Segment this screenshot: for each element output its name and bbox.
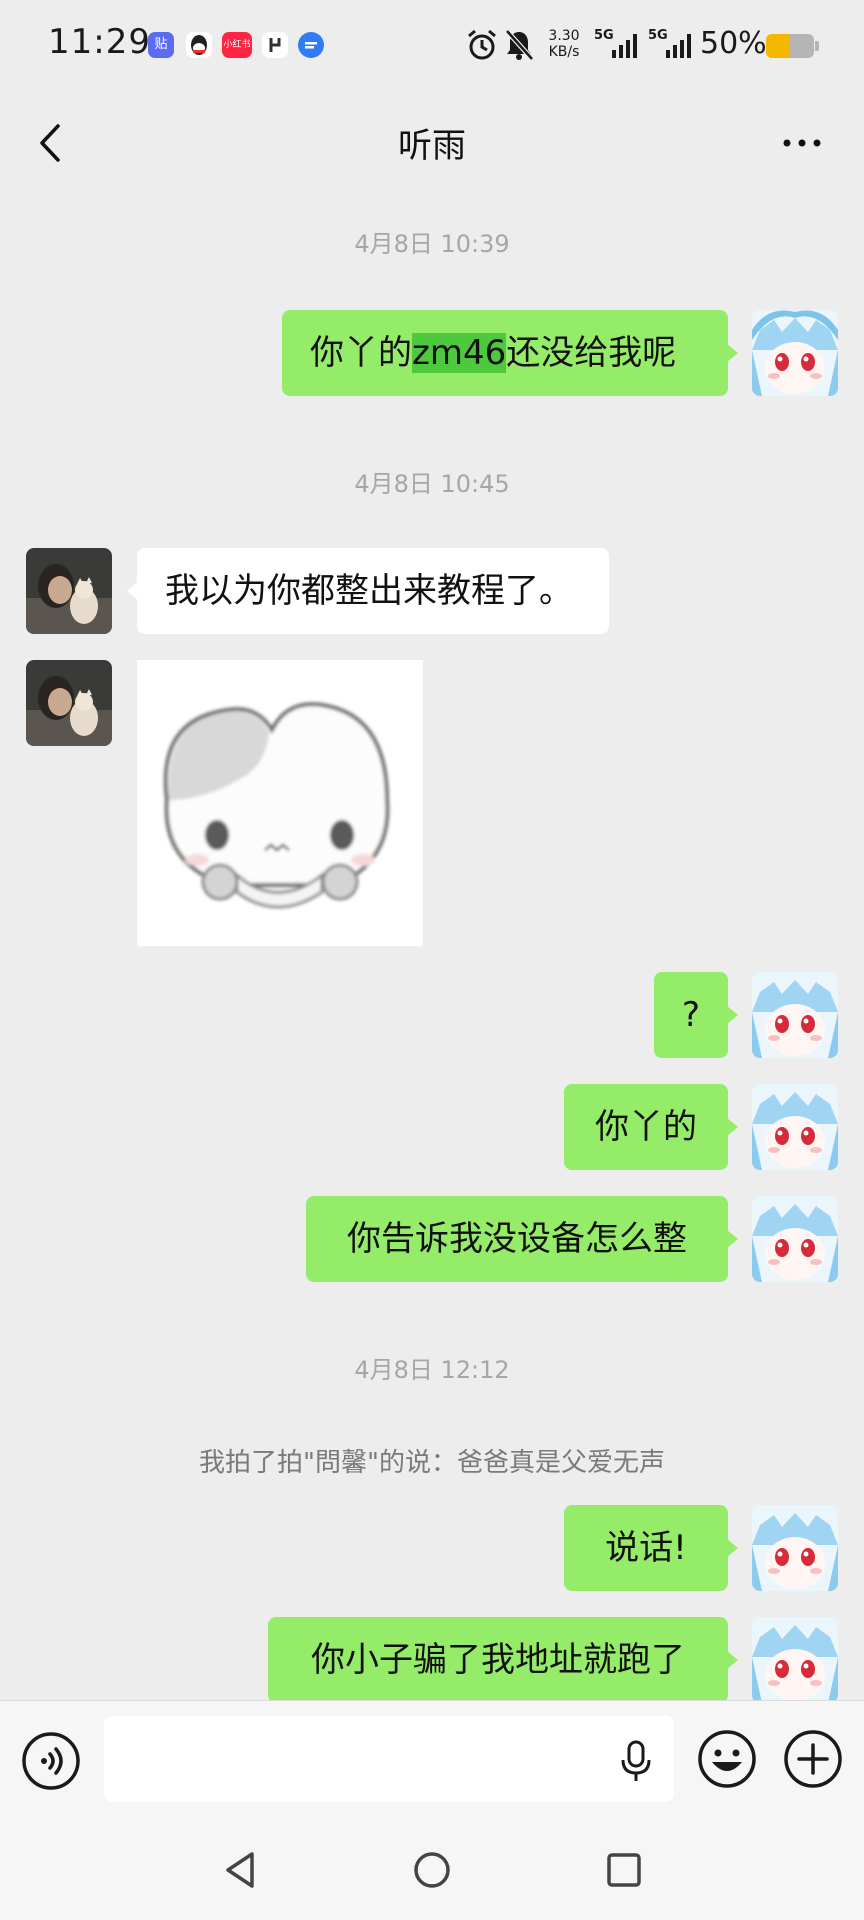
tieba-icon: 贴 (148, 32, 174, 58)
message-bubble-sent[interactable]: 说话! (564, 1505, 738, 1591)
nav-back-button[interactable] (220, 1850, 260, 1894)
nav-recents-button[interactable] (604, 1850, 644, 1894)
highlighted-text: zm46 (412, 333, 507, 373)
alarm-icon (466, 28, 498, 66)
contact-avatar[interactable] (26, 548, 112, 634)
more-button[interactable] (780, 125, 826, 159)
pat-notice: 我拍了拍"問馨"的说：爸爸真是父爱无声 (199, 1448, 665, 1478)
message-bubble-sent[interactable]: 你丫的zm46还没给我呢 (282, 310, 738, 396)
square-recents-icon (607, 1853, 641, 1887)
circle-home-icon (414, 1852, 450, 1888)
battery-icon (766, 34, 814, 58)
more-dots-icon (783, 139, 821, 147)
contact-avatar[interactable] (26, 660, 112, 746)
network-speed: 3.30 KB/s (548, 28, 580, 60)
my-avatar[interactable] (752, 1084, 838, 1170)
microphone-icon (621, 1740, 651, 1781)
douyin-icon (262, 32, 288, 58)
my-avatar[interactable] (752, 1196, 838, 1282)
voice-icon (22, 1732, 80, 1790)
message-bubble-sent[interactable]: 你告诉我没设备怎么整 (306, 1196, 738, 1282)
timestamp: 4月8日 12:12 (354, 1356, 510, 1384)
battery-tip (815, 41, 819, 51)
message-bubble-sent[interactable]: ? (654, 972, 738, 1058)
voice-toggle-button[interactable] (20, 1730, 82, 1796)
triangle-back-icon (226, 1852, 254, 1888)
status-time: 11:29 (48, 22, 151, 62)
sticker-bun-icon (163, 702, 390, 909)
emoji-button[interactable] (696, 1728, 758, 1794)
smiley-icon (698, 1730, 756, 1788)
plus-circle-icon (784, 1730, 842, 1788)
my-avatar[interactable] (752, 972, 838, 1058)
message-bubble-received[interactable]: 我以为你都整出来教程了。 (127, 548, 609, 634)
my-avatar[interactable] (752, 1617, 838, 1703)
my-avatar[interactable] (752, 1505, 838, 1591)
more-functions-button[interactable] (782, 1728, 844, 1794)
sticker-image[interactable] (137, 660, 423, 946)
message-bubble-sent[interactable]: 你丫的 (564, 1084, 738, 1170)
battery-fill (766, 34, 790, 58)
message-bubble-sent[interactable]: 你小子骗了我地址就跑了 (268, 1617, 738, 1703)
message-icon (298, 32, 324, 58)
message-input[interactable] (104, 1716, 674, 1802)
mute-icon (504, 28, 534, 66)
qq-icon (186, 32, 212, 58)
mic-button[interactable] (616, 1738, 656, 1788)
battery-percent: 50% (700, 26, 767, 61)
timestamp: 4月8日 10:39 (354, 230, 510, 258)
my-avatar[interactable] (752, 310, 838, 396)
timestamp: 4月8日 10:45 (354, 470, 510, 498)
status-bar: 11:29 贴 小红书 3.30 KB/s 5G 5G 50% (0, 0, 864, 92)
nav-home-button[interactable] (412, 1850, 452, 1894)
chat-title: 听雨 (398, 126, 466, 166)
xiaohongshu-icon: 小红书 (222, 32, 252, 58)
